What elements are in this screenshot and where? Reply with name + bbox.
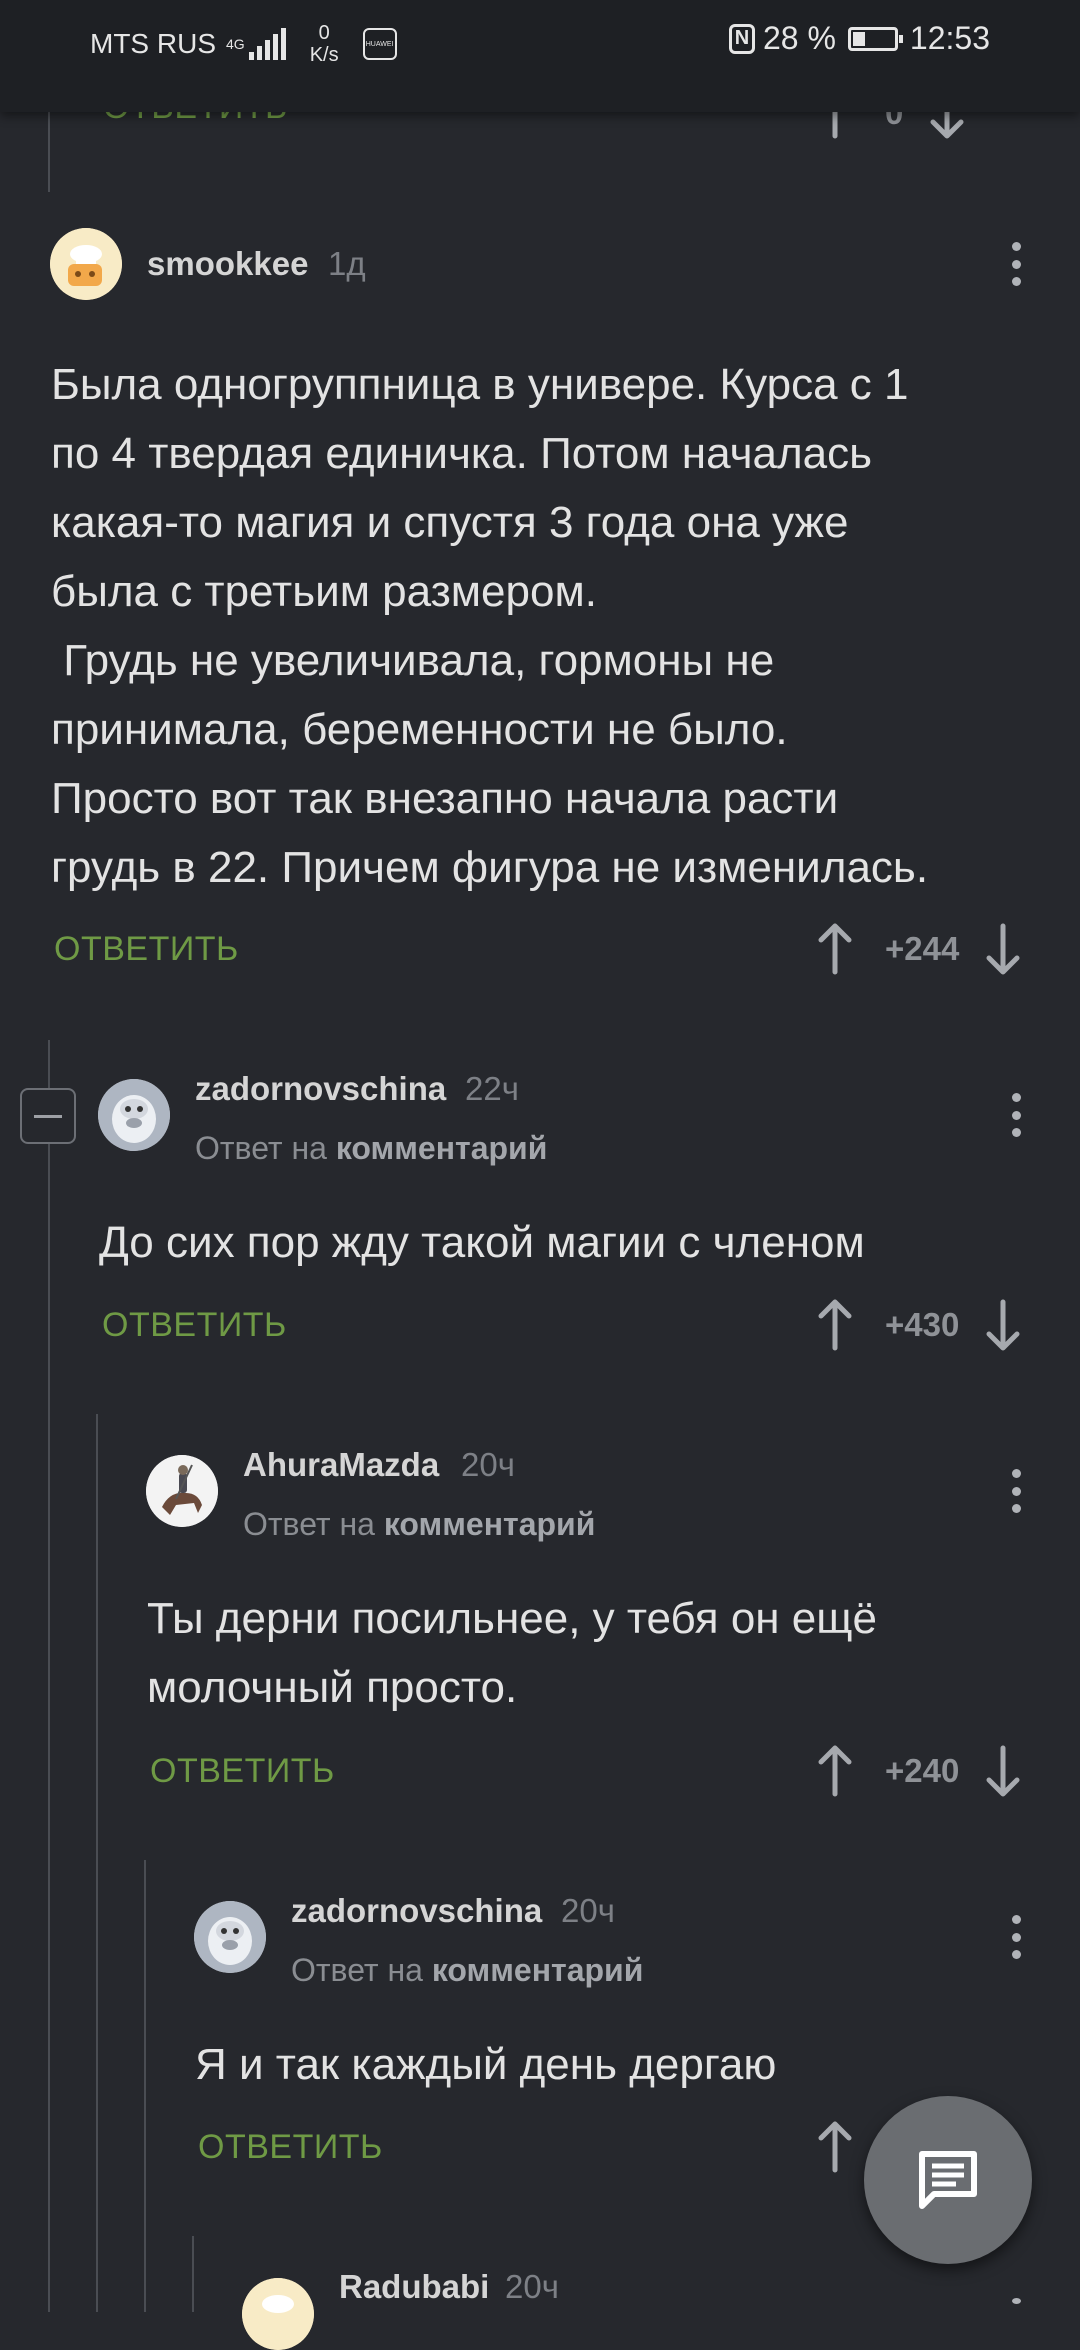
username[interactable]: Radubabi [339,2268,489,2306]
comment-time: 20ч [505,2268,559,2305]
comment-time: 20ч [461,1446,515,1483]
more-vertical-icon[interactable] [996,2290,1036,2312]
reply-to-prefix: Ответ на [291,1952,423,1988]
reply-to-prefix: Ответ на [243,1506,375,1542]
network-type: 4G [226,36,245,52]
more-vertical-icon[interactable] [996,1085,1036,1145]
arrow-up-icon[interactable] [815,1298,855,1352]
avatar[interactable] [242,2278,314,2350]
signal-icon [248,28,286,60]
reply-button[interactable]: ОТВЕТИТЬ [102,1306,287,1345]
comment-text: Ты дерни посильнее, у тебя он ещё молочн… [147,1594,877,1712]
huawei-icon: HUAWEI [362,28,397,60]
new-comment-button[interactable] [864,2096,1032,2264]
comment-icon [919,2151,977,2209]
arrow-down-icon[interactable] [983,1744,1023,1798]
thread-line [144,1860,146,2312]
thread-line [192,2236,194,2312]
vote-controls: +240 [815,1744,1023,1798]
gorilla-avatar-icon [98,1079,170,1151]
collapse-thread-button[interactable] [20,1088,76,1144]
avatar[interactable] [98,1079,170,1151]
network-speed: 0 K/s [310,22,339,66]
comment-text: До сих пор жду такой магии с членом [99,1218,865,1267]
chef-avatar-icon [242,2278,314,2350]
reply-to: Ответ на комментарий [243,1506,595,1543]
nfc-icon: N [728,23,755,54]
vote-controls: +430 [815,1298,1023,1352]
thread-line [96,1414,98,2312]
avatar[interactable] [146,1455,218,1527]
battery-percent: 28 % [762,20,836,56]
username[interactable]: AhuraMazda [243,1446,439,1484]
username[interactable]: smookkee [147,245,308,283]
speed-unit: K/s [309,44,339,66]
arrow-up-icon[interactable] [815,1744,855,1798]
comment-text: Я и так каждый день дергаю [195,2040,777,2089]
reply-button[interactable]: ОТВЕТИТЬ [198,2128,383,2167]
reply-to: Ответ на комментарий [291,1952,643,1989]
reply-to-link[interactable]: комментарий [384,1506,596,1542]
vote-controls: +244 [815,922,1023,976]
status-bar-right: N 28 % 12:53 [728,20,990,57]
avatar[interactable] [50,228,122,300]
arrow-down-icon[interactable] [983,1298,1023,1352]
carrier-label: MTS RUS [90,28,216,59]
arrow-up-icon[interactable] [815,2120,855,2174]
thread-line [48,100,50,192]
thread-line [48,1040,50,2312]
username[interactable]: zadornovschina [291,1892,542,1930]
more-vertical-icon[interactable] [996,1907,1036,1967]
comment-text: Была одногруппница в универе. Курса с 1 … [51,360,929,892]
comment-time: 22ч [465,1070,519,1107]
reply-to-prefix: Ответ на [195,1130,327,1166]
arrow-down-icon[interactable] [983,922,1023,976]
comment-time: 20ч [561,1892,615,1929]
vote-controls [815,2120,855,2174]
reply-button[interactable]: ОТВЕТИТЬ [150,1752,335,1791]
gorilla-avatar-icon [194,1901,266,1973]
more-vertical-icon[interactable] [996,1461,1036,1521]
clock: 12:53 [909,20,990,56]
reply-button[interactable]: ОТВЕТИТЬ [54,930,239,969]
reply-to-link[interactable]: комментарий [336,1130,548,1166]
vote-score: +240 [885,1752,960,1789]
comment-time: 1д [328,245,366,282]
vote-score: +430 [885,1306,960,1343]
battery-icon [847,26,903,51]
more-vertical-icon[interactable] [996,234,1036,294]
username[interactable]: zadornovschina [195,1070,446,1108]
reply-to: Ответ на комментарий [195,1130,547,1167]
vote-score: +244 [885,930,960,967]
rider-avatar-icon [146,1455,218,1527]
arrow-up-icon[interactable] [815,922,855,976]
speed-value: 0 [318,22,330,44]
reply-to-link[interactable]: комментарий [432,1952,644,1988]
status-bar-left: MTS RUS 4G 0 K/s HUAWEI [90,22,397,66]
chef-avatar-icon [50,228,122,300]
avatar[interactable] [194,1901,266,1973]
status-bar: MTS RUS 4G 0 K/s HUAWEI N 28 % 12:53 [0,0,1080,112]
